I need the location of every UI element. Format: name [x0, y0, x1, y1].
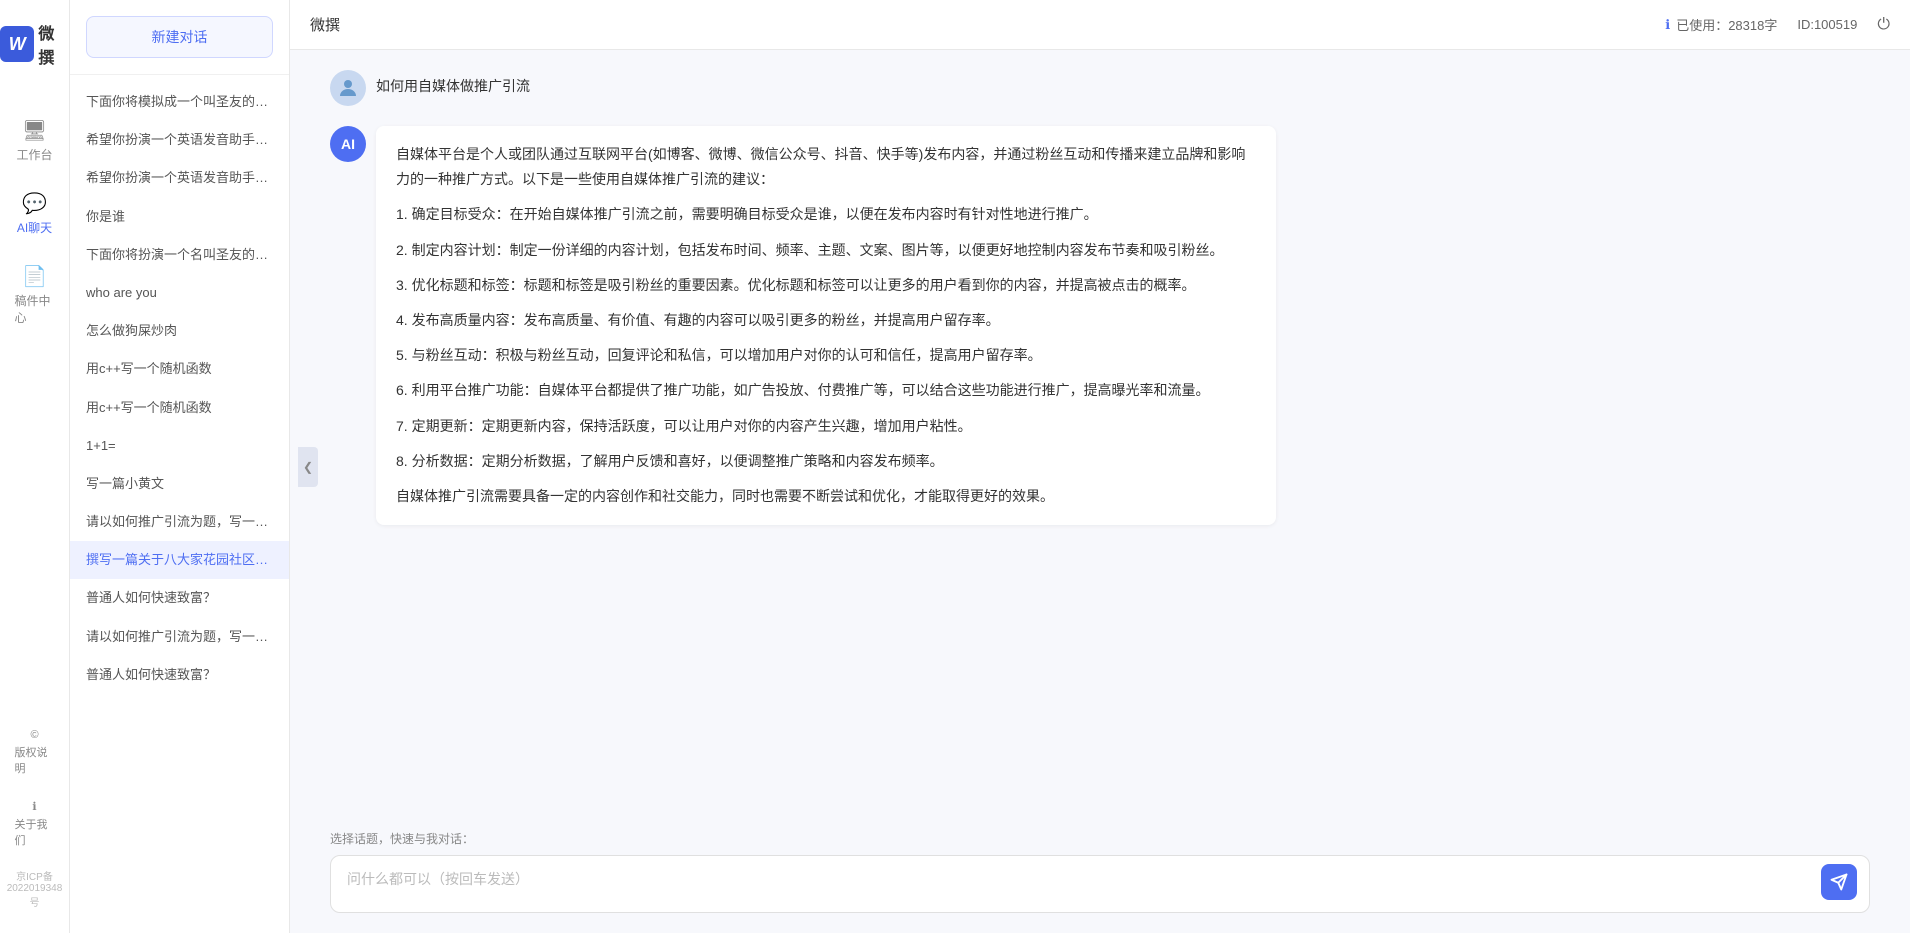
ai-response-paragraph-9: 自媒体推广引流需要具备一定的内容创作和社交能力，同时也需要不断尝试和优化，才能取… [396, 484, 1256, 509]
workbench-icon: 🖥 [22, 118, 47, 143]
sidebar-list-item-1[interactable]: 下面你将模拟成一个叫圣友的程序员，我说... [70, 83, 289, 121]
user-message-text: 如何用自媒体做推广引流 [376, 70, 530, 96]
sidebar-list-item-12[interactable]: 请以如何推广引流为题，写一篇大纲 [70, 503, 289, 541]
send-button[interactable] [1821, 864, 1857, 900]
ai-response-paragraph-1: 1. 确定目标受众：在开始自媒体推广引流之前，需要明确目标受众是谁，以便在发布内… [396, 202, 1256, 227]
about-icon: ℹ [32, 800, 36, 813]
input-area: 选择话题，快速与我对话： [290, 818, 1910, 933]
logo-icon: W [0, 26, 34, 62]
sidebar-list-item-14[interactable]: 普通人如何快速致富？ [70, 579, 289, 617]
sidebar-list-item-5[interactable]: 下面你将扮演一个名叫圣友的医生 [70, 236, 289, 274]
input-box [330, 855, 1870, 913]
sidebar-list-item-2[interactable]: 希望你扮演一个英语发音助手，我提供给你... [70, 121, 289, 159]
sidebar-list-item-7[interactable]: 怎么做狗屎炒肉 [70, 312, 289, 350]
sidebar: 新建对话 下面你将模拟成一个叫圣友的程序员，我说...希望你扮演一个英语发音助手… [70, 0, 290, 933]
ai-avatar: AI [330, 126, 366, 162]
sidebar-item-workbench[interactable]: 🖥 工作台 [7, 108, 63, 173]
quick-select-label: 选择话题，快速与我对话： [330, 830, 1870, 847]
sidebar-list-item-15[interactable]: 请以如何推广引流为题，写一篇大纲 [70, 618, 289, 656]
sidebar-collapse-button[interactable]: ❮ [298, 447, 318, 487]
icp-text: 京ICP备2022019348号 [0, 864, 69, 913]
ai-response-paragraph-5: 5. 与粉丝互动：积极与粉丝互动，回复评论和私信，可以增加用户对你的认可和信任，… [396, 343, 1256, 368]
ai-response-paragraph-6: 6. 利用平台推广功能：自媒体平台都提供了推广功能，如广告投放、付费推广等，可以… [396, 378, 1256, 403]
nav-items: 🖥 工作台 💬 AI聊天 📄 稿件中心 [0, 108, 69, 721]
sidebar-header: 新建对话 [70, 0, 289, 75]
ai-response-paragraph-2: 2. 制定内容计划：制定一份详细的内容计划，包括发布时间、频率、主题、文案、图片… [396, 238, 1256, 263]
nav-bottom: © 版权说明 ℹ 关于我们 京ICP备2022019348号 [0, 721, 69, 913]
ai-response-paragraph-3: 3. 优化标题和标签：标题和标签是吸引粉丝的重要因素。优化标题和标签可以让更多的… [396, 273, 1256, 298]
sidebar-list-item-13[interactable]: 撰写一篇关于八大家花园社区一刻钟便民生... [70, 541, 289, 579]
ai-message: AI 自媒体平台是个人或团队通过互联网平台(如博客、微博、微信公众号、抖音、快手… [330, 126, 1870, 525]
sidebar-list-item-10[interactable]: 1+1= [70, 427, 289, 465]
sidebar-list-item-6[interactable]: who are you [70, 274, 289, 312]
usage-text: 已使用：28318字 [1676, 15, 1777, 34]
ai-response-paragraph-7: 7. 定期更新：定期更新内容，保持活跃度，可以让用户对你的内容产生兴趣，增加用户… [396, 414, 1256, 439]
workbench-label: 工作台 [16, 146, 52, 163]
sidebar-list-item-4[interactable]: 你是谁 [70, 198, 289, 236]
page-title: 微撰 [310, 14, 340, 35]
user-avatar [330, 70, 366, 106]
usage-info-icon: ℹ [1665, 17, 1670, 33]
logo-text: 微撰 [38, 20, 69, 68]
draft-label: 稿件中心 [15, 292, 55, 326]
main-wrapper: 新建对话 下面你将模拟成一个叫圣友的程序员，我说...希望你扮演一个英语发音助手… [70, 0, 1910, 933]
sidebar-item-draft[interactable]: 📄 稿件中心 [7, 254, 63, 336]
main-content: 微撰 ℹ 已使用：28318字 ID:100519 ⏻ 如何用自媒体做推广引流 [290, 0, 1910, 933]
draft-icon: 📄 [22, 264, 47, 289]
ai-response-paragraph-8: 8. 分析数据：定期分析数据，了解用户反馈和喜好，以便调整推广策略和内容发布频率… [396, 449, 1256, 474]
sidebar-list-item-11[interactable]: 写一篇小黄文 [70, 465, 289, 503]
about-label: 关于我们 [15, 816, 55, 848]
user-id-text: ID:100519 [1797, 17, 1857, 32]
copyright-label: 版权说明 [15, 744, 55, 776]
user-message: 如何用自媒体做推广引流 [330, 70, 1870, 106]
left-nav: W 微撰 🖥 工作台 💬 AI聊天 📄 稿件中心 © 版权说明 ℹ 关于我们 京… [0, 0, 70, 933]
message-input[interactable] [347, 868, 1819, 900]
sidebar-list: 下面你将模拟成一个叫圣友的程序员，我说...希望你扮演一个英语发音助手，我提供给… [70, 75, 289, 933]
sidebar-item-copyright[interactable]: © 版权说明 [7, 721, 63, 784]
sidebar-list-item-3[interactable]: 希望你扮演一个英语发音助手，我提供给你... [70, 159, 289, 197]
sidebar-item-ai-chat[interactable]: 💬 AI聊天 [7, 181, 63, 246]
send-icon [1830, 873, 1848, 891]
new-chat-button[interactable]: 新建对话 [86, 16, 273, 58]
sidebar-list-item-9[interactable]: 用c++写一个随机函数 [70, 389, 289, 427]
sidebar-list-item-8[interactable]: 用c++写一个随机函数 [70, 350, 289, 388]
ai-message-bubble: 自媒体平台是个人或团队通过互联网平台(如博客、微博、微信公众号、抖音、快手等)发… [376, 126, 1276, 525]
ai-response-paragraph-0: 自媒体平台是个人或团队通过互联网平台(如博客、微博、微信公众号、抖音、快手等)发… [396, 142, 1256, 192]
copyright-icon: © [30, 729, 38, 741]
sidebar-item-about[interactable]: ℹ 关于我们 [7, 792, 63, 856]
usage-info: ℹ 已使用：28318字 [1665, 15, 1777, 34]
logo-area: W 微撰 [0, 20, 69, 68]
ai-response-paragraph-4: 4. 发布高质量内容：发布高质量、有价值、有趣的内容可以吸引更多的粉丝，并提高用… [396, 308, 1256, 333]
sidebar-list-item-16[interactable]: 普通人如何快速致富？ [70, 656, 289, 694]
top-bar-right: ℹ 已使用：28318字 ID:100519 ⏻ [1665, 15, 1890, 34]
top-bar: 微撰 ℹ 已使用：28318字 ID:100519 ⏻ [290, 0, 1910, 50]
ai-avatar-text: AI [341, 136, 355, 152]
ai-chat-label: AI聊天 [17, 219, 52, 236]
logout-icon[interactable]: ⏻ [1877, 16, 1890, 34]
ai-chat-icon: 💬 [22, 191, 47, 216]
chat-area: 如何用自媒体做推广引流 AI 自媒体平台是个人或团队通过互联网平台(如博客、微博… [290, 50, 1910, 818]
